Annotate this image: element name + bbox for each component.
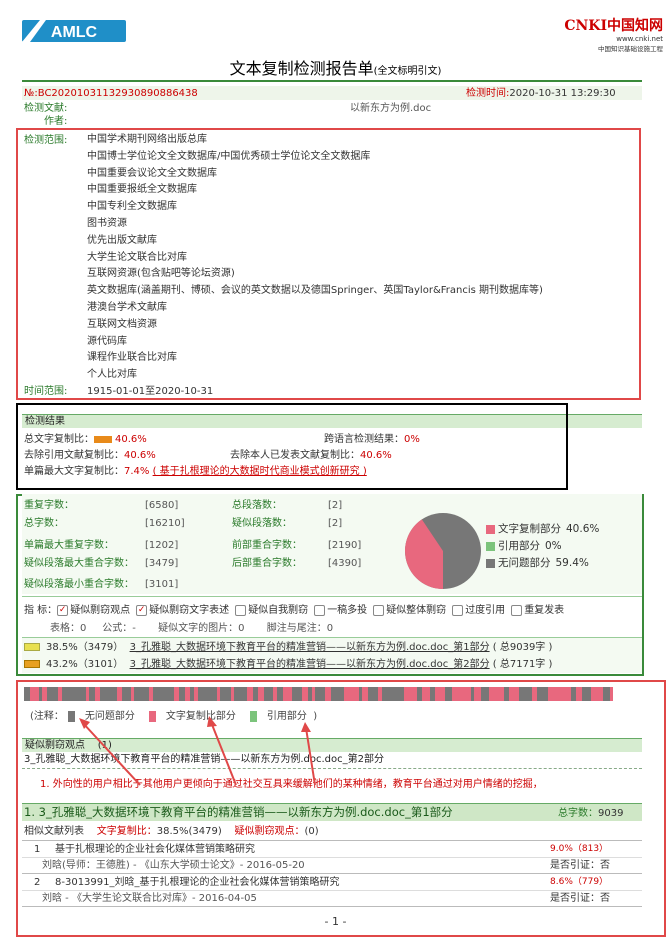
similar-table-bottom bbox=[22, 906, 642, 907]
similar-2-title[interactable]: 8-3013991_刘晗_基于扎根理论的企业社会化媒体营销策略研究 bbox=[55, 876, 340, 889]
similar-2-cite: 是否引证：否 bbox=[550, 893, 610, 904]
similar-2-pct: 8.6%（779） bbox=[550, 877, 609, 887]
similar-2-source: 刘晗 - 《大学生论文联合比对库》- 2016-04-05 bbox=[42, 893, 257, 904]
similar-divider-3 bbox=[22, 890, 642, 891]
arrow-ok bbox=[81, 721, 141, 786]
arrow-quote bbox=[305, 727, 316, 786]
similar-divider bbox=[22, 857, 642, 858]
similar-1-source: 刘晗(导师：王德胜) - 《山东大学硕士论文》- 2016-05-20 bbox=[42, 860, 305, 871]
similar-1-title[interactable]: 基于扎根理论的企业社会化媒体营销策略研究 bbox=[55, 843, 255, 856]
section1-title: 1. 3_孔雅聪_大数据环境下教育平台的精准营销——以新东方为例.doc.doc… bbox=[24, 805, 453, 819]
similar-table-top bbox=[22, 840, 642, 841]
arrow-quote-head bbox=[301, 722, 311, 732]
similar-divider-2 bbox=[22, 873, 642, 874]
similar-2-no: 2 bbox=[34, 877, 41, 888]
arrow-copy-head bbox=[207, 716, 217, 727]
arrow-copy bbox=[210, 721, 237, 786]
arrow-ok-head bbox=[79, 718, 90, 729]
section1-meta: 相似文献列表 文字复制比：38.5%(3479) 疑似剽窃观点：(0) bbox=[24, 826, 319, 837]
section1-chars: 总字数：9039 bbox=[558, 808, 624, 819]
page-number: - 1 - bbox=[324, 915, 347, 928]
similar-1-no: 1 bbox=[34, 844, 41, 855]
similar-1-cite: 是否引证：否 bbox=[550, 860, 610, 871]
similar-1-pct: 9.0%（813） bbox=[550, 844, 609, 854]
